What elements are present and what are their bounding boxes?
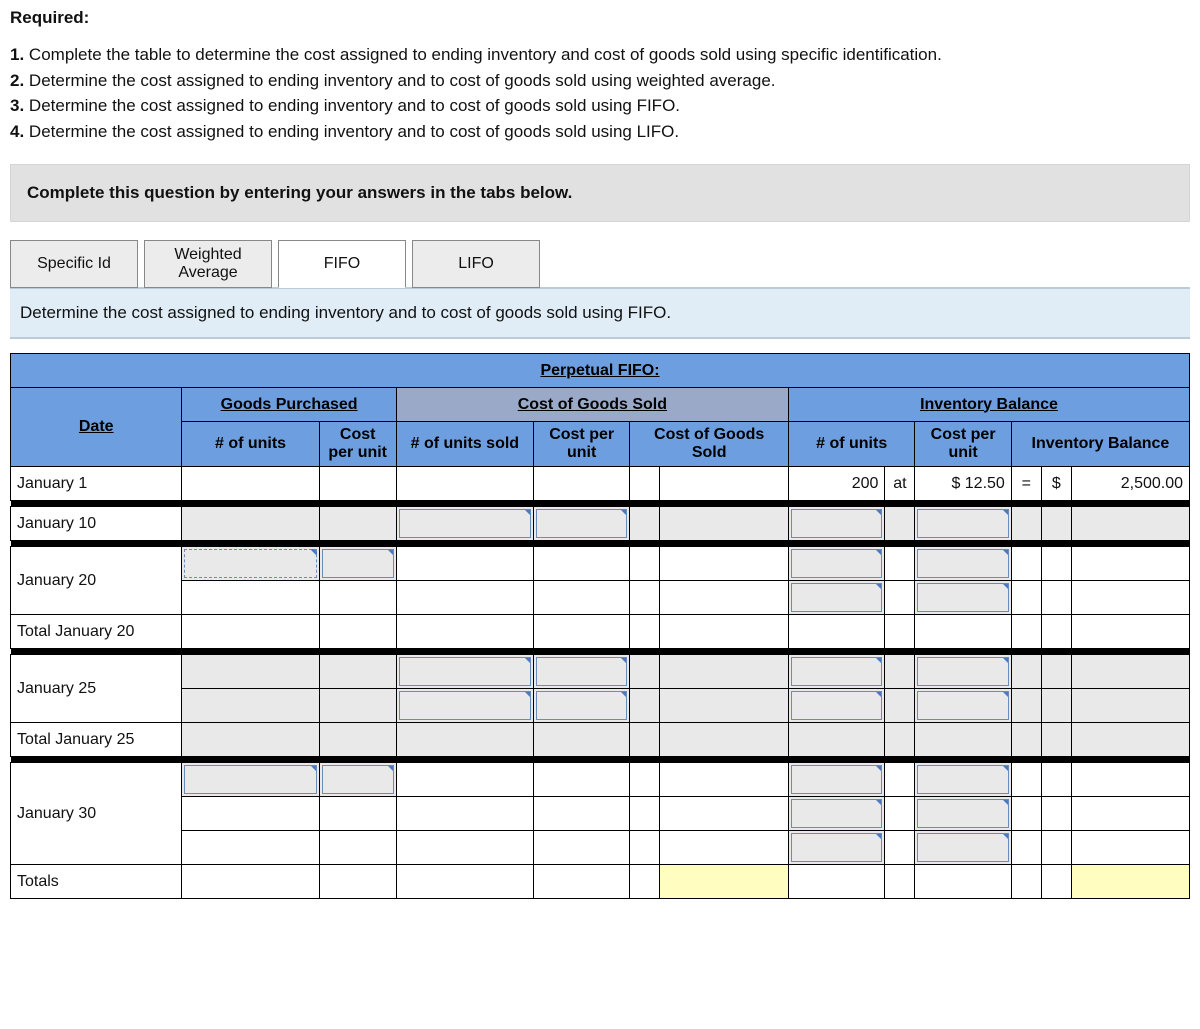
jan30-inv-cost-input-1[interactable] xyxy=(915,763,1011,797)
jan1-inv-units: 200 xyxy=(788,467,884,501)
tab-lifo[interactable]: LIFO xyxy=(412,240,540,288)
required-heading: Required: xyxy=(10,8,1190,28)
jan10-inv-units-input[interactable] xyxy=(788,507,884,541)
col-cogs-units-sold: # of units sold xyxy=(396,422,533,467)
col-inv-cost: Cost per unit xyxy=(915,422,1011,467)
col-cogs-cost: Cost per unit xyxy=(533,422,629,467)
equals-label: = xyxy=(1011,467,1041,501)
jan25-cogs-cost-input-1[interactable] xyxy=(533,655,629,689)
table-row xyxy=(11,831,1190,865)
col-goods-units: # of units xyxy=(182,422,319,467)
dollar-label: $ xyxy=(1041,467,1071,501)
jan30-inv-units-input-1[interactable] xyxy=(788,763,884,797)
jan30-goods-units-input[interactable] xyxy=(182,763,319,797)
req-3: Determine the cost assigned to ending in… xyxy=(29,96,680,115)
jan25-inv-units-input-2[interactable] xyxy=(788,689,884,723)
table-row: January 30 xyxy=(11,763,1190,797)
jan25-inv-units-input-1[interactable] xyxy=(788,655,884,689)
row-total-jan20-label: Total January 20 xyxy=(11,615,182,649)
table-row: Total January 25 xyxy=(11,723,1190,757)
jan25-inv-cost-input-2[interactable] xyxy=(915,689,1011,723)
col-inv-units: # of units xyxy=(788,422,914,467)
tab-specific-id[interactable]: Specific Id xyxy=(10,240,138,288)
jan10-inv-cost-input[interactable] xyxy=(915,507,1011,541)
jan30-inv-units-input-2[interactable] xyxy=(788,797,884,831)
row-total-jan25-label: Total January 25 xyxy=(11,723,182,757)
row-jan30-label: January 30 xyxy=(11,763,182,865)
row-jan20-label: January 20 xyxy=(11,547,182,615)
table-row: Totals xyxy=(11,865,1190,899)
tab-weighted-average[interactable]: Weighted Average xyxy=(144,240,272,288)
col-inv-balance: Inventory Balance xyxy=(1011,422,1189,467)
fifo-table: Perpetual FIFO: Date Goods Purchased Cos… xyxy=(10,353,1190,899)
totals-inv-balance-cell xyxy=(1071,865,1189,899)
row-jan1-label: January 1 xyxy=(11,467,182,501)
col-section-inventory: Inventory Balance xyxy=(788,388,1189,422)
jan10-cogs-cost-input[interactable] xyxy=(533,507,629,541)
table-title: Perpetual FIFO: xyxy=(11,354,1190,388)
col-cogs-total: Cost of Goods Sold xyxy=(630,422,789,467)
table-row: January 20 xyxy=(11,547,1190,581)
jan1-inv-cost: $ 12.50 xyxy=(915,467,1011,501)
table-row: January 10 xyxy=(11,507,1190,541)
jan10-cogs-units-input[interactable] xyxy=(396,507,533,541)
jan20-goods-cost-input[interactable] xyxy=(319,547,396,581)
tab-fifo[interactable]: FIFO xyxy=(278,240,406,288)
row-jan25-label: January 25 xyxy=(11,655,182,723)
jan25-cogs-units-input-1[interactable] xyxy=(396,655,533,689)
req-4: Determine the cost assigned to ending in… xyxy=(29,122,679,141)
requirements-list: 1. Complete the table to determine the c… xyxy=(10,42,1190,144)
jan1-inv-balance: 2,500.00 xyxy=(1071,467,1189,501)
row-jan10-label: January 10 xyxy=(11,507,182,541)
col-section-cogs: Cost of Goods Sold xyxy=(396,388,788,422)
jan30-inv-units-input-3[interactable] xyxy=(788,831,884,865)
col-goods-cost: Cost per unit xyxy=(319,422,396,467)
jan20-inv-cost-input-1[interactable] xyxy=(915,547,1011,581)
jan20-inv-units-input-1[interactable] xyxy=(788,547,884,581)
jan30-inv-cost-input-2[interactable] xyxy=(915,797,1011,831)
req-1: Complete the table to determine the cost… xyxy=(29,45,942,64)
table-row: January 25 xyxy=(11,655,1190,689)
row-totals-label: Totals xyxy=(11,865,182,899)
req-2: Determine the cost assigned to ending in… xyxy=(29,71,776,90)
table-row: January 1 200 at $ 12.50 = $ 2,500.00 xyxy=(11,467,1190,501)
table-row xyxy=(11,797,1190,831)
jan20-goods-units-input[interactable] xyxy=(182,547,319,581)
table-row: Total January 20 xyxy=(11,615,1190,649)
jan25-cogs-units-input-2[interactable] xyxy=(396,689,533,723)
jan25-inv-cost-input-1[interactable] xyxy=(915,655,1011,689)
instruction-bar: Complete this question by entering your … xyxy=(10,164,1190,222)
jan30-inv-cost-input-3[interactable] xyxy=(915,831,1011,865)
at-label: at xyxy=(885,467,915,501)
table-row xyxy=(11,689,1190,723)
col-date: Date xyxy=(11,388,182,467)
tabs: Specific Id Weighted Average FIFO LIFO xyxy=(10,240,1190,288)
jan30-goods-cost-input[interactable] xyxy=(319,763,396,797)
tab-description: Determine the cost assigned to ending in… xyxy=(10,287,1190,339)
totals-cogs-cell xyxy=(660,865,789,899)
col-section-goods: Goods Purchased xyxy=(182,388,396,422)
jan20-inv-units-input-2[interactable] xyxy=(788,581,884,615)
jan20-inv-cost-input-2[interactable] xyxy=(915,581,1011,615)
table-row xyxy=(11,581,1190,615)
jan25-cogs-cost-input-2[interactable] xyxy=(533,689,629,723)
